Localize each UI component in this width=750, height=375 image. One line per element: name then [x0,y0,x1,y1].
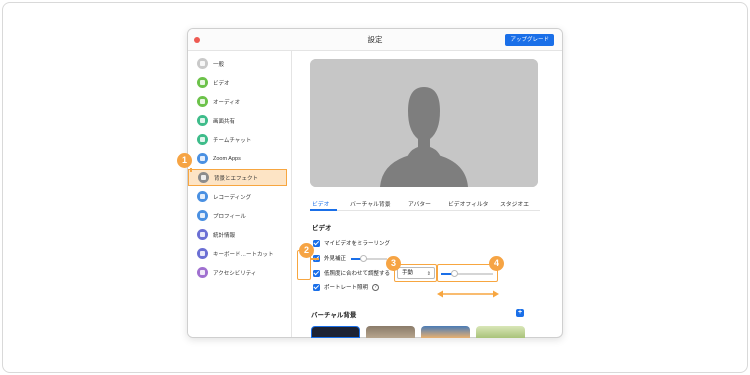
headphones-icon [197,96,208,107]
sidebar-item[interactable]: 統計情報 [197,226,287,243]
touchup-slider[interactable] [351,255,387,262]
sidebar-item-label: 統計情報 [213,232,236,239]
tab-studio-effects[interactable]: スタジオエ [500,199,538,208]
sidebar-item[interactable]: 画面共有 [197,112,287,129]
apps-icon [197,153,208,164]
sidebar-item-label: 一般 [213,61,225,68]
sidebar-item-label: キーボード…ートカット [213,251,274,258]
keyboard-icon [197,248,208,259]
touchup-label: 外見補正 [324,256,347,262]
mirror-video-checkbox[interactable] [313,239,320,247]
tab-video[interactable]: ビデオ [312,199,329,208]
accessibility-icon [197,267,208,278]
portrait-lighting-checkbox[interactable] [313,283,320,291]
background-thumbnail-room[interactable] [366,326,415,338]
screen-share-icon [197,115,208,126]
video-preview [310,59,538,187]
callout-connector-1 [190,168,192,172]
sidebar-item[interactable]: ビデオ [197,74,287,91]
video-camera-icon [197,77,208,88]
sidebar-item-label: レコーディング [213,194,252,201]
sidebar-item-label: チームチャット [213,137,252,144]
video-section-title: ビデオ [312,225,332,232]
sidebar-item[interactable]: プロフィール [197,207,287,224]
sidebar: 一般ビデオオーディオ画面共有チームチャット Zoom Apps 背景とエフェクト レコ… [188,51,292,337]
background-thumbnail-bridge[interactable] [421,326,470,338]
tab-virtual-background[interactable]: バーチャル背景 [350,199,391,208]
title-bar: 設定 アップグレード [188,29,562,51]
sidebar-item-label: アクセシビリティ [213,270,257,277]
callout-connector-2 [311,258,319,260]
callout-badge-1: 1 [177,153,192,168]
tab-video-filter[interactable]: ビデオフィルタ [448,199,488,208]
mirror-video-option[interactable]: マイビデオをミラーリング [313,238,390,248]
background-thumbnail-none[interactable] [311,326,360,338]
callout-box-mode-select [394,264,437,282]
background-effects-icon [198,172,209,183]
avatar-silhouette-icon [310,59,538,187]
sidebar-item[interactable]: キーボード…ートカット [197,245,287,262]
sidebar-item-label: Zoom Apps [213,155,241,162]
statistics-icon [197,229,208,240]
callout-badge-2: 2 [299,243,314,258]
sidebar-item-label: 画面共有 [213,118,236,125]
callout-badge-3: 3 [386,256,401,271]
gear-icon [197,58,208,69]
settings-tabs: ビデオ バーチャル背景 アバター ビデオフィルタ スタジオエ [310,197,540,211]
double-arrow-icon [437,290,499,298]
sidebar-item[interactable]: レコーディング [197,188,287,205]
info-icon[interactable]: ? [372,283,380,291]
record-icon [197,191,208,202]
profile-icon [197,210,208,221]
lowlight-option[interactable]: 低照度に合わせて調整する [313,268,390,278]
settings-content: ビデオ バーチャル背景 アバター ビデオフィルタ スタジオエ [293,51,562,337]
lowlight-label: 低照度に合わせて調整する [324,271,391,277]
sidebar-item-label: オーディオ [213,99,241,106]
sidebar-item[interactable]: 背景とエフェクト [188,169,287,186]
callout-badge-4: 4 [489,256,504,271]
active-tab-indicator [310,209,337,211]
lowlight-checkbox[interactable] [313,269,320,277]
virtual-background-section-title: バーチャル背景 [311,312,357,319]
sidebar-item[interactable]: 一般 [197,55,287,72]
upgrade-button[interactable]: アップグレード [505,34,554,46]
sidebar-item-label: プロフィール [213,213,246,220]
add-background-button[interactable]: + [516,309,524,317]
chat-bubble-icon [197,134,208,145]
tab-avatar[interactable]: アバター [408,199,431,208]
portrait-lighting-option[interactable]: ポートレート照明 ? [313,282,380,292]
sidebar-item[interactable]: Zoom Apps [197,150,287,167]
portrait-lighting-label: ポートレート照明 [324,285,369,291]
sidebar-item[interactable]: チームチャット [197,131,287,148]
sidebar-item-label: ビデオ [213,80,230,87]
background-thumbnail-grass[interactable] [476,326,525,338]
mirror-video-label: マイビデオをミラーリング [324,241,391,247]
sidebar-item[interactable]: アクセシビリティ [197,264,287,281]
sidebar-item-label: 背景とエフェクト [214,175,259,182]
sidebar-item[interactable]: オーディオ [197,93,287,110]
